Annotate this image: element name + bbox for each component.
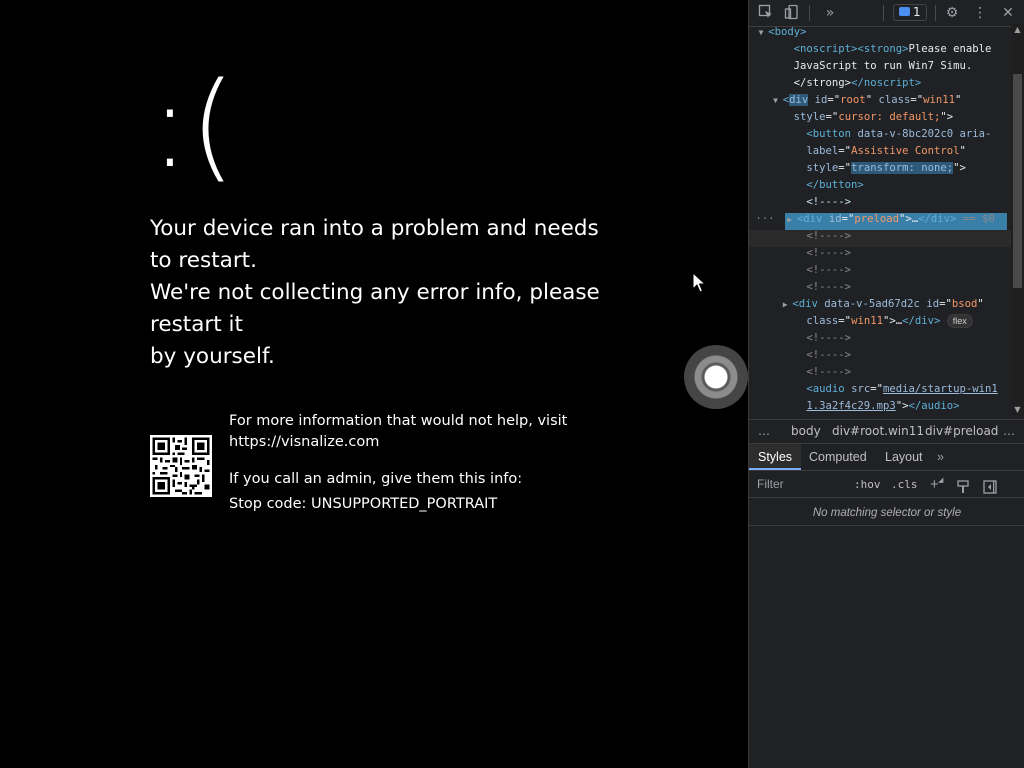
error-message: Your device ran into a problem and needs… <box>150 213 620 373</box>
info-text: For more information that would not help… <box>229 413 568 429</box>
filter-input[interactable]: Filter <box>757 471 784 498</box>
stop-code: Stop code: UNSUPPORTED_PORTRAIT <box>229 496 498 512</box>
error-message-line: We're not collecting any error info, ple… <box>150 280 600 305</box>
settings-gear-icon[interactable]: ⚙ <box>943 4 961 22</box>
breadcrumb-item[interactable]: div#root.win11 <box>832 420 924 443</box>
scroll-up-arrow-icon[interactable]: ▲ <box>1011 24 1024 36</box>
sad-face: :( <box>150 56 236 194</box>
issues-counter-button[interactable]: 1 <box>893 4 927 21</box>
breadcrumb: … body div#root.win11 div#preload … <box>749 419 1024 444</box>
assistive-control-button[interactable] <box>684 345 748 409</box>
error-message-line: restart it <box>150 312 243 337</box>
cls-toggle-button[interactable]: .cls <box>891 471 918 498</box>
dom-tree-scroll-thumb[interactable] <box>1013 74 1022 288</box>
issues-count: 1 <box>913 5 921 19</box>
mouse-cursor-icon <box>692 272 706 293</box>
dom-node-comment[interactable]: <!----> <box>749 228 1011 245</box>
dom-tree[interactable]: ▼ <body> <noscript><strong>Please enable… <box>749 24 1011 417</box>
dom-node-comment[interactable]: <!----> <box>749 364 1011 381</box>
no-matching-style-text: No matching selector or style <box>749 500 1024 526</box>
issue-flag-icon <box>899 7 910 16</box>
dom-node-noscript[interactable]: <noscript><strong>Please enable <box>749 41 1011 58</box>
breadcrumb-item[interactable]: body <box>791 420 821 443</box>
qr-code <box>150 435 212 497</box>
more-tabs-chevron-icon[interactable]: » <box>821 4 839 22</box>
dom-node-preload[interactable]: ··· ▶ <div id="preload">…</div> == $0 <box>749 211 1011 228</box>
error-message-line: Your device ran into a problem and needs <box>150 216 599 241</box>
styles-filter-bar: Filter :hov .cls + ◢ <box>749 471 1024 498</box>
error-message-line: by yourself. <box>150 344 275 369</box>
breadcrumb-item[interactable]: div#preload <box>925 420 998 443</box>
admin-text: If you call an admin, give them this inf… <box>229 471 523 487</box>
error-message-line: to restart. <box>150 248 257 273</box>
dom-node-comment[interactable]: <!----> <box>749 347 1011 364</box>
dom-node-audio[interactable]: <audio src="media/startup-win1 <box>749 381 1011 398</box>
sidebar-tabs: Styles Computed Layout » <box>749 444 1024 471</box>
info-block: For more information that would not help… <box>229 411 567 515</box>
dom-node-comment-selected[interactable]: <!----> <box>749 194 1011 211</box>
breadcrumb-overflow-icon[interactable]: … <box>758 420 770 443</box>
dom-node-button[interactable]: <button data-v-8bc202c0 aria- <box>749 126 1011 143</box>
tab-computed[interactable]: Computed <box>809 444 867 470</box>
scroll-down-arrow-icon[interactable]: ▼ <box>1011 404 1024 416</box>
hov-toggle-button[interactable]: :hov <box>854 471 881 498</box>
close-devtools-icon[interactable]: ✕ <box>999 4 1017 22</box>
dom-node-body[interactable]: ▼ <body> <box>749 24 1011 41</box>
devtools-panel: » 1 ⚙ ⋮ ✕ ▼ <body> <noscript><strong>Ple… <box>748 0 1024 768</box>
dom-node-comment[interactable]: <!----> <box>749 330 1011 347</box>
tab-layout[interactable]: Layout <box>885 444 923 470</box>
flex-badge[interactable]: flex <box>946 314 973 328</box>
inspect-element-icon[interactable] <box>757 4 775 22</box>
more-options-kebab-icon[interactable]: ⋮ <box>971 4 989 22</box>
tab-styles[interactable]: Styles <box>749 444 802 470</box>
dom-node-bsod[interactable]: ▶ <div data-v-5ad67d2c id="bsod" <box>749 296 1011 313</box>
breadcrumb-overflow-icon[interactable]: … <box>1003 420 1015 443</box>
dom-node-root-div[interactable]: ▼ <div id="root" class="win11" <box>749 92 1011 109</box>
info-link[interactable]: https://visnalize.com <box>229 432 567 453</box>
dom-node-comment[interactable]: <!----> <box>749 245 1011 262</box>
bsod-screen: :( Your device ran into a problem and ne… <box>0 0 748 768</box>
dom-node-comment[interactable]: <!----> <box>749 262 1011 279</box>
dropdown-arrow-icon[interactable]: ◢ <box>938 467 943 494</box>
dom-node-comment[interactable]: <!----> <box>749 279 1011 296</box>
device-toolbar-icon[interactable] <box>783 4 801 22</box>
devtools-toolbar: » 1 ⚙ ⋮ ✕ <box>749 0 1024 27</box>
